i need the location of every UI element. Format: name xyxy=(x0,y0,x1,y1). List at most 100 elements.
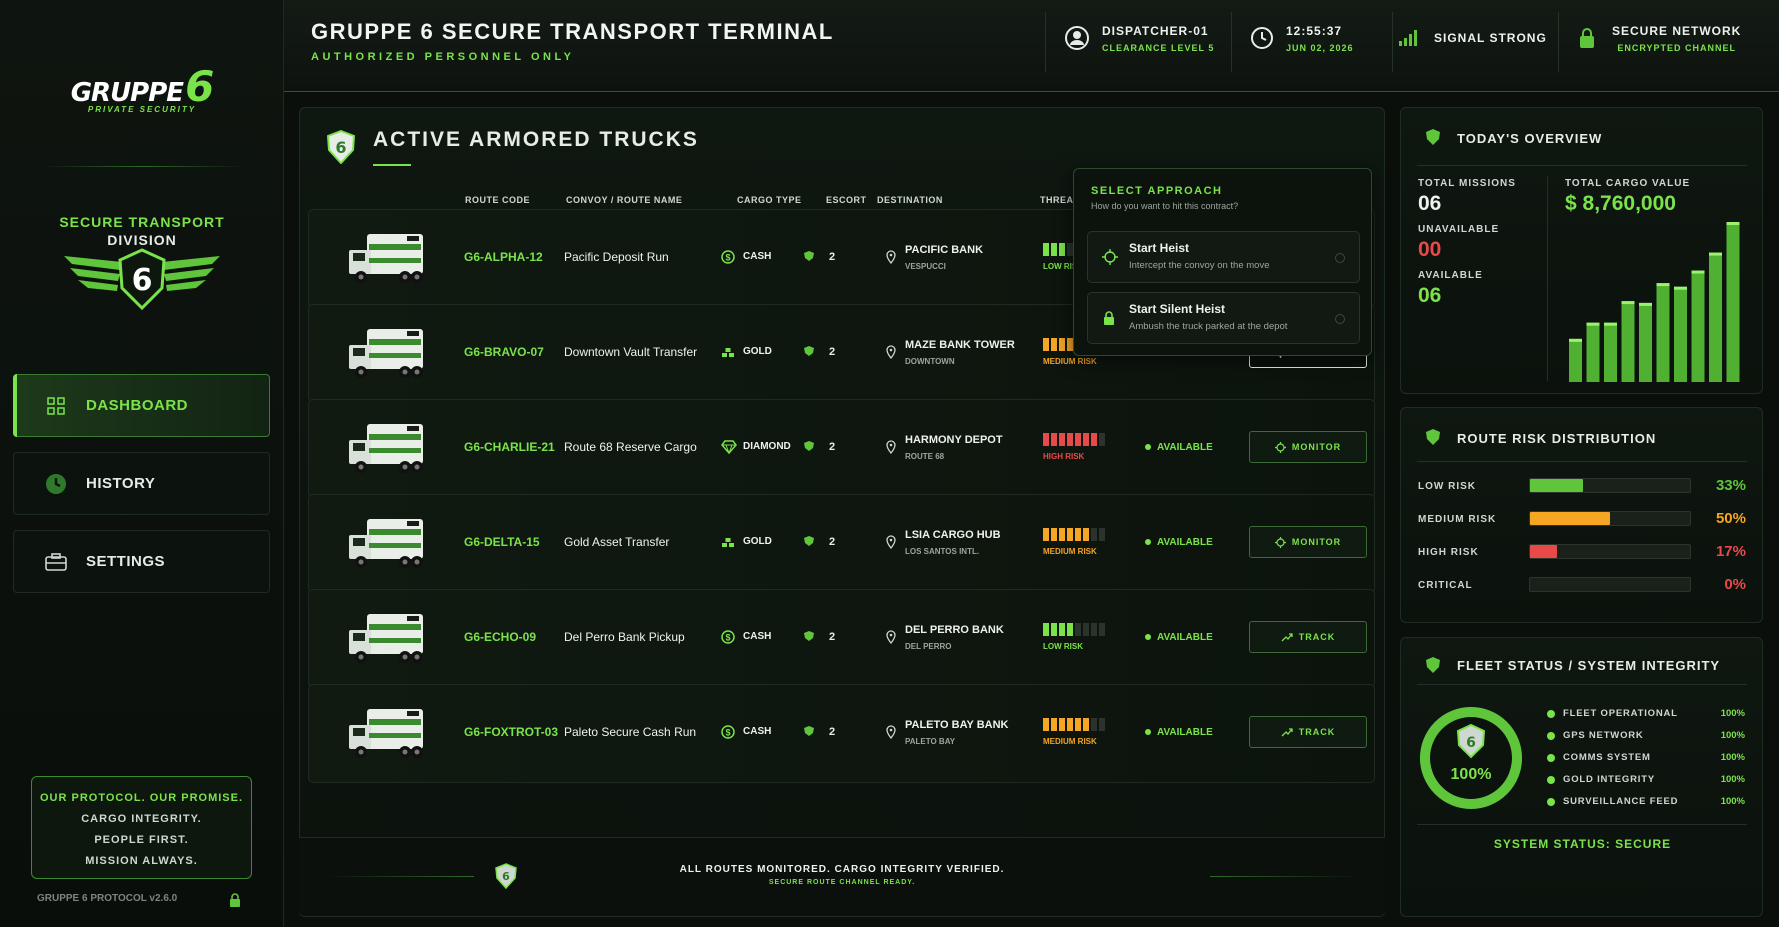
truck-row[interactable]: G6-DELTA-15 Gold Asset Transfer GOLD 2 LSIA … xyxy=(308,494,1375,593)
status-badge: AVAILABLE xyxy=(1157,442,1213,453)
fleet-item-value: 100% xyxy=(1720,796,1745,807)
cargo-type: CASH xyxy=(743,251,772,262)
cargo-value: $ 8,760,000 xyxy=(1565,192,1676,215)
destination: MAZE BANK TOWER xyxy=(905,339,1015,351)
threat-bar-segment xyxy=(1099,433,1105,446)
start-heist-option[interactable]: Start Heist Intercept the convoy on the … xyxy=(1087,231,1360,283)
shield-icon xyxy=(804,346,814,356)
network-status: SECURE NETWORK ENCRYPTED CHANNEL xyxy=(1578,0,1741,76)
risk-label: MEDIUM RISK xyxy=(1418,514,1497,525)
gold-bars-icon xyxy=(721,535,735,554)
overview-bar-cap xyxy=(1621,301,1635,305)
cargo-type: GOLD xyxy=(743,536,772,547)
svg-text:$: $ xyxy=(725,633,730,643)
threat-bar-segment xyxy=(1067,433,1073,446)
system-status: SYSTEM STATUS: SECURE xyxy=(1493,837,1672,851)
trucks-title: ACTIVE ARMORED TRUCKS xyxy=(373,128,699,151)
overview-bar xyxy=(1726,222,1740,382)
risk-fill xyxy=(1530,512,1610,525)
escort-count: 2 xyxy=(829,726,836,738)
route-name: Route 68 Reserve Cargo xyxy=(564,440,697,454)
radio-indicator[interactable] xyxy=(1335,253,1345,263)
signal-label: SIGNAL STRONG xyxy=(1434,31,1547,45)
radio-indicator[interactable] xyxy=(1335,314,1345,324)
threat-bar-segment xyxy=(1043,718,1049,731)
truck-row[interactable]: G6-FOXTROT-03 Paleto Secure Cash Run $ CASH… xyxy=(308,684,1375,783)
escort-count: 2 xyxy=(829,631,836,643)
truck-row[interactable]: G6-CHARLIE-21 Route 68 Reserve Cargo DIAMO… xyxy=(308,399,1375,498)
nav-settings[interactable]: SETTINGS xyxy=(13,530,270,593)
destination-area: DEL PERRO xyxy=(905,642,952,651)
user-status[interactable]: DISPATCHER-01 CLEARANCE LEVEL 5 xyxy=(1064,0,1214,76)
overview-bar xyxy=(1709,252,1722,382)
track-button[interactable]: TRACK xyxy=(1249,621,1367,653)
threat-bar-segment xyxy=(1043,433,1049,446)
threat-bar-segment xyxy=(1059,718,1065,731)
total-missions-label: TOTAL MISSIONS xyxy=(1418,178,1516,189)
route-name: Gold Asset Transfer xyxy=(564,535,670,549)
fleet-item-value: 100% xyxy=(1720,752,1745,763)
threat-bar-segment xyxy=(1051,718,1057,731)
route-name: Pacific Deposit Run xyxy=(564,250,669,264)
division-line2: DIVISION xyxy=(107,232,177,248)
signal-status: SIGNAL STRONG xyxy=(1398,0,1547,76)
option-desc: Ambush the truck parked at the depot xyxy=(1129,321,1288,332)
brand-word: GRUPPE xyxy=(70,78,184,108)
nav-dashboard[interactable]: DASHBOARD xyxy=(13,374,270,437)
gauge-badge-number: 6 xyxy=(1466,735,1476,751)
status-dot xyxy=(1547,754,1555,762)
cash-icon: $ xyxy=(721,630,735,649)
escort-count: 2 xyxy=(829,536,836,548)
overview-bar xyxy=(1691,270,1705,382)
crosshair-icon xyxy=(1102,249,1118,265)
threat-bar-segment xyxy=(1051,338,1057,351)
fleet-item-value: 100% xyxy=(1720,730,1745,741)
overview-bar-cap xyxy=(1656,283,1670,287)
risk-label: MEDIUM RISK xyxy=(1043,357,1097,366)
status-dot xyxy=(1145,539,1151,545)
overview-bar-cap xyxy=(1586,322,1600,326)
overview-bar xyxy=(1586,322,1600,382)
route-name: Downtown Vault Transfer xyxy=(564,345,698,359)
crosshair-icon xyxy=(1274,441,1286,453)
division-badge-number: 6 xyxy=(132,263,153,298)
trend-icon xyxy=(1281,633,1293,642)
threat-bar-segment xyxy=(1043,243,1049,256)
threat-bar-segment xyxy=(1083,528,1089,541)
risk-percent: 17% xyxy=(1715,543,1746,560)
nav-history[interactable]: HISTORY xyxy=(13,452,270,515)
title-underline xyxy=(373,164,411,166)
risk-label: LOW RISK xyxy=(1043,642,1083,651)
track-button[interactable]: TRACK xyxy=(1249,716,1367,748)
page-subtitle: AUTHORIZED PERSONNEL ONLY xyxy=(311,51,575,63)
route-code: G6-DELTA-15 xyxy=(464,535,540,549)
risk-label: MEDIUM RISK xyxy=(1043,737,1097,746)
unavailable-value: 00 xyxy=(1418,238,1442,261)
sidebar-divider xyxy=(40,166,244,167)
division-line1: SECURE TRANSPORT xyxy=(59,214,225,230)
threat-bar-segment xyxy=(1043,338,1049,351)
overview-bar-cap xyxy=(1639,302,1652,306)
monitor-button[interactable]: MONITOR xyxy=(1249,526,1367,558)
threat-bar-segment xyxy=(1075,623,1081,636)
brand-logo: GRUPPE6 PRIVATE SECURITY xyxy=(0,62,284,114)
version-label: GRUPPE 6 PROTOCOL v2.6.0 xyxy=(37,893,178,904)
overview-bar-cap xyxy=(1674,286,1687,290)
status-badge: AVAILABLE xyxy=(1157,632,1213,643)
option-desc: Intercept the convoy on the move xyxy=(1129,260,1270,271)
start-silent-heist-option[interactable]: Start Silent Heist Ambush the truck park… xyxy=(1087,292,1360,344)
truck-row[interactable]: G6-ECHO-09 Del Perro Bank Pickup $ CASH 2 DEL… xyxy=(308,589,1375,688)
fleet-item-label: GPS NETWORK xyxy=(1563,730,1644,741)
header-divider xyxy=(1045,12,1046,72)
overview-bar-chart xyxy=(1569,222,1740,382)
grid-icon xyxy=(44,394,68,418)
monitor-button[interactable]: MONITOR xyxy=(1249,431,1367,463)
overview-bar xyxy=(1569,338,1582,382)
risk-track xyxy=(1529,577,1691,592)
divider xyxy=(1417,684,1747,685)
trucks-badge-number: 6 xyxy=(335,138,346,157)
col-destination: DESTINATION xyxy=(877,195,943,205)
risk-title: ROUTE RISK DISTRIBUTION xyxy=(1457,431,1657,446)
unavailable-label: UNAVAILABLE xyxy=(1418,224,1500,235)
button-label: TRACK xyxy=(1298,727,1336,737)
